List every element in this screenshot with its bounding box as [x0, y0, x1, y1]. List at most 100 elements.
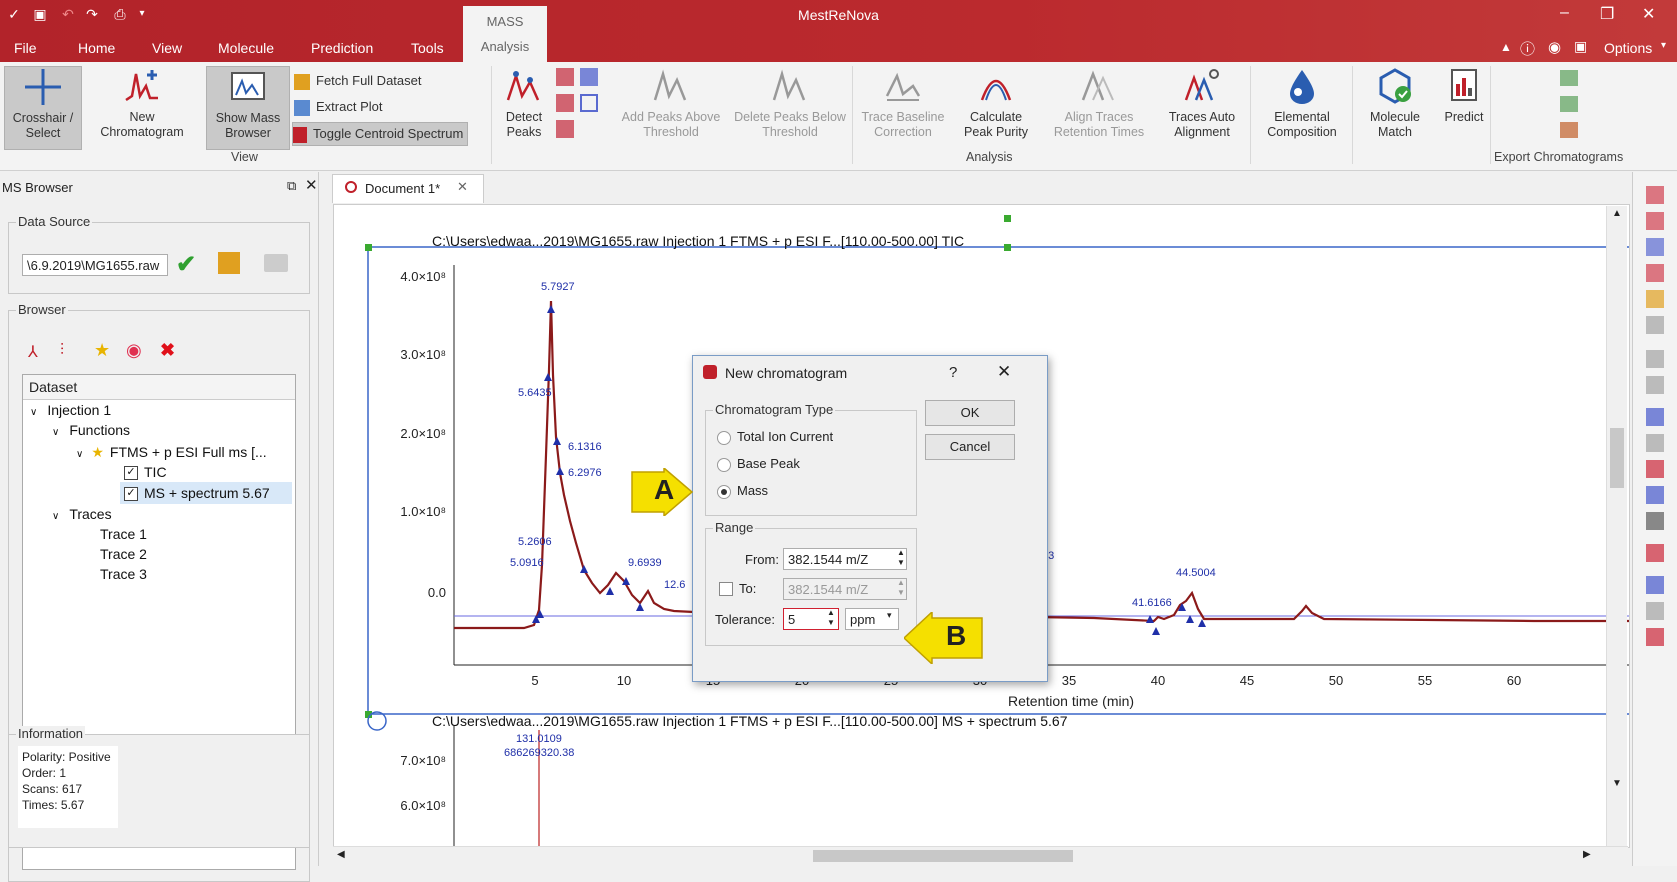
extract-plot-button[interactable]: Extract Plot — [294, 96, 382, 118]
peak-pick-icon[interactable] — [1646, 544, 1664, 562]
display-icon[interactable] — [1646, 628, 1664, 646]
hand-icon[interactable] — [1646, 290, 1664, 308]
fetch-full-dataset-button[interactable]: Fetch Full Dataset — [294, 70, 422, 92]
align-traces-button[interactable]: Align Traces Retention Times — [1044, 66, 1154, 148]
total-ion-current-label[interactable]: Total Ion Current — [737, 429, 833, 444]
peak-tool-3-icon[interactable] — [556, 94, 574, 112]
tolerance-spinner-icon[interactable]: ▲ ▼ — [827, 608, 835, 628]
from-input[interactable]: 382.1544 m/Z — [783, 548, 907, 570]
tic-checkbox[interactable]: ✓ — [124, 466, 138, 481]
peak-tool-1-icon[interactable] — [556, 68, 574, 86]
close-tab-icon[interactable]: ✕ — [457, 179, 468, 195]
tab-prediction[interactable]: Prediction — [311, 40, 373, 56]
star-icon[interactable]: ★ — [94, 340, 110, 361]
molecule-match-button[interactable]: Molecule Match — [1356, 66, 1434, 148]
select-icon[interactable] — [1646, 316, 1664, 334]
add-peaks-above-threshold-button[interactable]: Add Peaks Above Threshold — [614, 66, 728, 148]
confirm-check-icon[interactable]: ✔ — [176, 250, 196, 279]
export-chromatograms-label[interactable]: Export Chromatograms — [1494, 150, 1623, 164]
unit-dropdown-icon[interactable]: ▾ — [887, 610, 892, 621]
cancel-button[interactable]: Cancel — [925, 434, 1015, 460]
minimize-icon[interactable]: – — [1560, 4, 1569, 22]
tab-view[interactable]: View — [152, 40, 182, 56]
target-icon[interactable]: ◉ — [126, 340, 142, 361]
scroll-left-icon[interactable]: ◀ — [337, 849, 345, 860]
settings-icon[interactable]: ◉ — [1548, 38, 1561, 56]
pan-icon[interactable] — [1646, 264, 1664, 282]
elemental-composition-button[interactable]: Elemental Composition — [1254, 66, 1350, 148]
scroll-thumb[interactable] — [1610, 428, 1624, 488]
close-window-icon[interactable]: ✕ — [1642, 4, 1655, 24]
bar-chart-icon[interactable] — [1646, 408, 1664, 426]
trace-baseline-correction-button[interactable]: Trace Baseline Correction — [856, 66, 950, 148]
new-chromatogram-button[interactable]: New Chromatogram — [88, 66, 196, 148]
zoom-fit-icon[interactable] — [1646, 238, 1664, 256]
tab-tools[interactable]: Tools — [411, 40, 444, 56]
help-button[interactable]: ? — [949, 364, 957, 381]
predict-button[interactable]: Predict — [1436, 66, 1492, 148]
mass-context-tab[interactable]: MASS Analysis — [463, 6, 547, 62]
horizontal-scrollbar[interactable]: ◀ ▶ — [333, 846, 1628, 865]
restore-icon[interactable]: ❐ — [1600, 4, 1614, 24]
chevron-down-icon[interactable]: ∨ — [52, 511, 59, 522]
open-folder-icon[interactable] — [264, 254, 288, 272]
layout-icon[interactable]: ▣ — [1574, 38, 1587, 55]
tree-item-trace-3[interactable]: Trace 3 — [100, 566, 147, 582]
show-mass-browser-button[interactable]: Show Mass Browser — [206, 66, 290, 150]
measure-icon[interactable] — [1646, 350, 1664, 368]
delete-x-icon[interactable]: ✖ — [160, 340, 175, 361]
export-tool-3-icon[interactable] — [1560, 122, 1578, 138]
load-download-icon[interactable] — [218, 252, 240, 274]
close-panel-icon[interactable]: ✕ — [305, 176, 318, 194]
data-source-field[interactable]: \6.9.2019\MG1655.raw — [22, 254, 168, 276]
crosshair-tool-icon[interactable] — [1646, 512, 1664, 530]
hscroll-thumb[interactable] — [813, 850, 1073, 862]
tree-item-functions[interactable]: ∨ Functions — [52, 422, 130, 438]
tree-item-injection[interactable]: ∨ Injection 1 — [30, 402, 111, 418]
browser-add-trace-icon[interactable]: ⫶ — [60, 342, 64, 360]
scroll-right-icon[interactable]: ▶ — [1583, 849, 1591, 860]
export-tool-2-icon[interactable] — [1560, 96, 1578, 112]
float-panel-icon[interactable]: ⧉ — [287, 178, 296, 194]
tree-item-trace-2[interactable]: Trace 2 — [100, 546, 147, 562]
browser-trace-icon[interactable]: ⅄ — [28, 342, 38, 362]
export-tool-1-icon[interactable] — [1560, 70, 1578, 86]
tree-item-trace-1[interactable]: Trace 1 — [100, 526, 147, 542]
scroll-up-icon[interactable]: ▲ — [1612, 208, 1622, 219]
chevron-down-icon[interactable]: ∨ — [76, 449, 83, 460]
from-spinner-icon[interactable]: ▲ ▼ — [897, 548, 905, 568]
bar-chart-gray-icon[interactable] — [1646, 434, 1664, 452]
trace-tool-2-icon[interactable] — [1646, 486, 1664, 504]
radio-mass[interactable] — [717, 485, 731, 499]
tree-item-tic[interactable]: ✓ TIC — [124, 464, 167, 481]
toggle-centroid-button[interactable]: Toggle Centroid Spectrum — [292, 122, 469, 146]
dialog-close-button[interactable]: ✕ — [997, 362, 1011, 382]
to-spinner-icon[interactable]: ▲ ▼ — [897, 578, 905, 598]
options-dropdown-icon[interactable]: ▾ — [1661, 40, 1666, 51]
traces-auto-alignment-button[interactable]: Traces Auto Alignment — [1158, 66, 1246, 148]
calculate-peak-purity-button[interactable]: Calculate Peak Purity — [954, 66, 1038, 148]
crosshair-select-button[interactable]: Crosshair / Select — [4, 66, 82, 150]
zoom-in-icon[interactable] — [1646, 186, 1664, 204]
fit-icon[interactable] — [1646, 602, 1664, 620]
peak-tool-2-icon[interactable] — [580, 68, 598, 86]
chevron-down-icon[interactable]: ∨ — [30, 407, 37, 418]
radio-total-ion-current[interactable] — [717, 431, 731, 445]
tab-document-1[interactable]: Document 1* ✕ — [332, 174, 484, 203]
scroll-down-icon[interactable]: ▼ — [1612, 778, 1622, 789]
mass-label[interactable]: Mass — [737, 483, 768, 498]
ok-button[interactable]: OK — [925, 400, 1015, 426]
tab-analysis[interactable]: Analysis — [463, 39, 547, 54]
detect-peaks-button[interactable]: Detect Peaks — [496, 66, 552, 148]
trace-tool-icon[interactable] — [1646, 460, 1664, 478]
tab-file[interactable]: File — [14, 40, 37, 56]
info-icon[interactable]: ⓘ — [1520, 38, 1535, 59]
base-peak-label[interactable]: Base Peak — [737, 456, 800, 471]
peak-table-icon[interactable] — [580, 94, 598, 112]
cursor-icon[interactable] — [1646, 376, 1664, 394]
tree-item-ms-spectrum[interactable]: ✓ MS + spectrum 5.67 — [120, 482, 292, 504]
ms-spectrum-checkbox[interactable]: ✓ — [124, 487, 138, 502]
tab-home[interactable]: Home — [78, 40, 115, 56]
tree-item-traces[interactable]: ∨ Traces — [52, 506, 112, 522]
vertical-scrollbar[interactable]: ▲ ▼ — [1606, 206, 1627, 846]
